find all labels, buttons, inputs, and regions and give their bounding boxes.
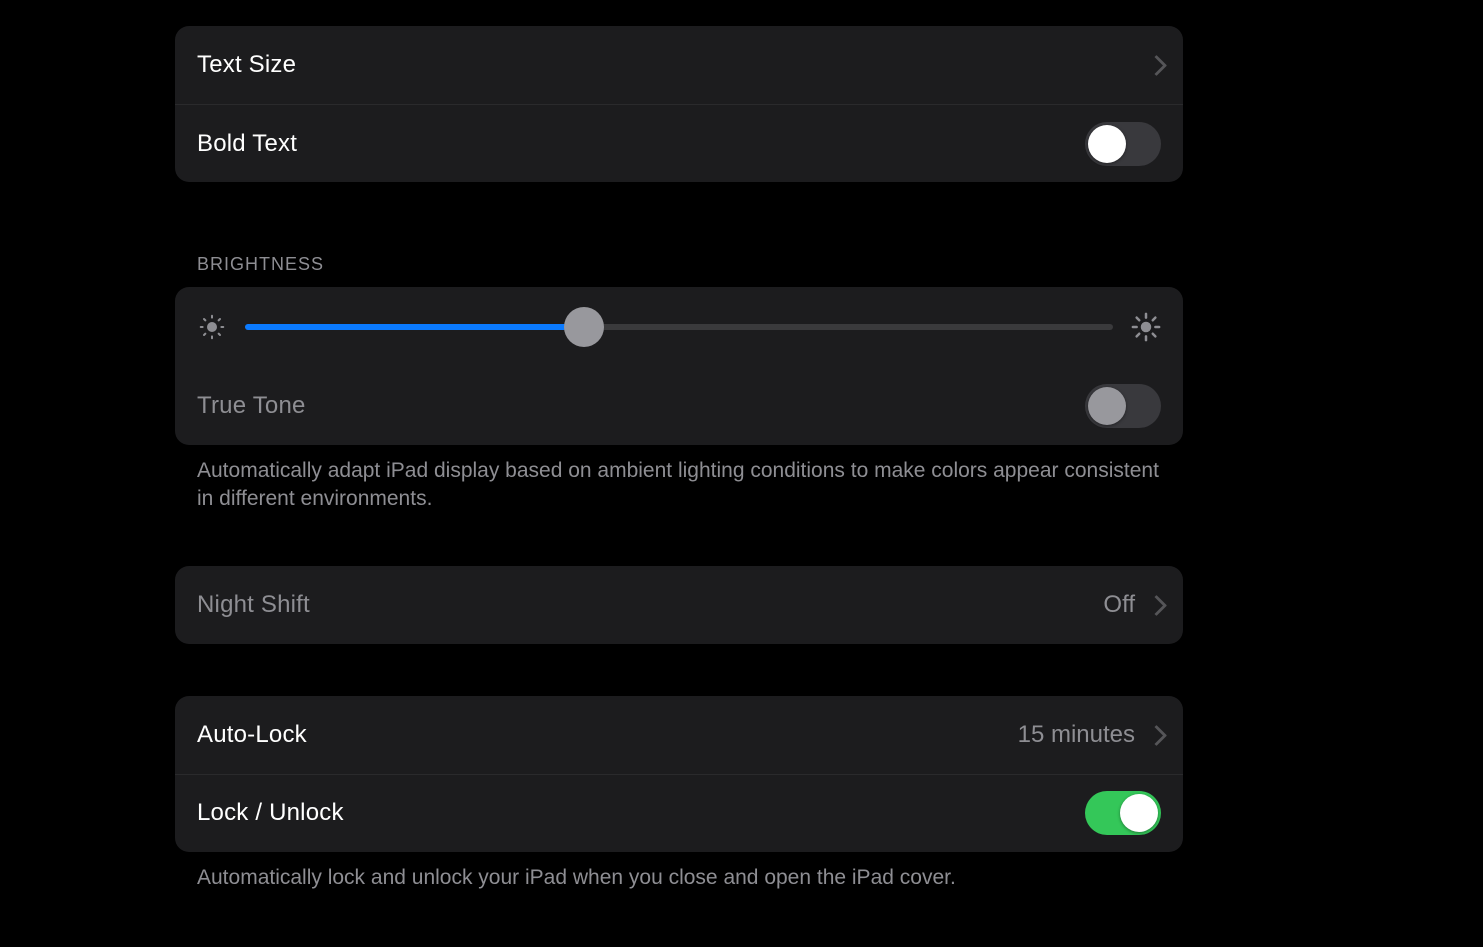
lock-group: Auto-Lock 15 minutes Lock / Unlock xyxy=(175,696,1183,852)
night-shift-label: Night Shift xyxy=(197,591,310,619)
true-tone-row: True Tone xyxy=(175,367,1183,445)
bold-text-toggle[interactable] xyxy=(1085,122,1161,166)
text-size-row[interactable]: Text Size xyxy=(175,26,1183,104)
chevron-right-icon xyxy=(1149,725,1161,745)
true-tone-footer: Automatically adapt iPad display based o… xyxy=(175,445,1183,514)
auto-lock-label: Auto-Lock xyxy=(197,721,307,749)
lock-unlock-footer: Automatically lock and unlock your iPad … xyxy=(175,852,1183,892)
night-shift-row[interactable]: Night Shift Off xyxy=(175,566,1183,644)
brightness-slider-row xyxy=(175,287,1183,367)
text-group: Text Size Bold Text xyxy=(175,26,1183,182)
night-shift-value: Off xyxy=(1103,591,1135,619)
bold-text-row: Bold Text xyxy=(175,104,1183,182)
text-size-label: Text Size xyxy=(197,51,296,79)
brightness-slider-fill xyxy=(245,324,584,330)
night-shift-group: Night Shift Off xyxy=(175,566,1183,644)
true-tone-toggle[interactable] xyxy=(1085,384,1161,428)
auto-lock-row[interactable]: Auto-Lock 15 minutes xyxy=(175,696,1183,774)
chevron-right-icon xyxy=(1149,55,1161,75)
sun-low-icon xyxy=(197,312,227,342)
true-tone-label: True Tone xyxy=(197,392,306,420)
lock-unlock-row: Lock / Unlock xyxy=(175,774,1183,852)
brightness-slider-thumb[interactable] xyxy=(564,307,604,347)
lock-unlock-label: Lock / Unlock xyxy=(197,799,344,827)
sun-high-icon xyxy=(1131,312,1161,342)
brightness-header: BRIGHTNESS xyxy=(175,254,1183,287)
chevron-right-icon xyxy=(1149,595,1161,615)
brightness-slider[interactable] xyxy=(245,324,1113,330)
lock-unlock-toggle[interactable] xyxy=(1085,791,1161,835)
bold-text-label: Bold Text xyxy=(197,130,297,158)
brightness-group: True Tone xyxy=(175,287,1183,445)
auto-lock-value: 15 minutes xyxy=(1018,721,1135,749)
